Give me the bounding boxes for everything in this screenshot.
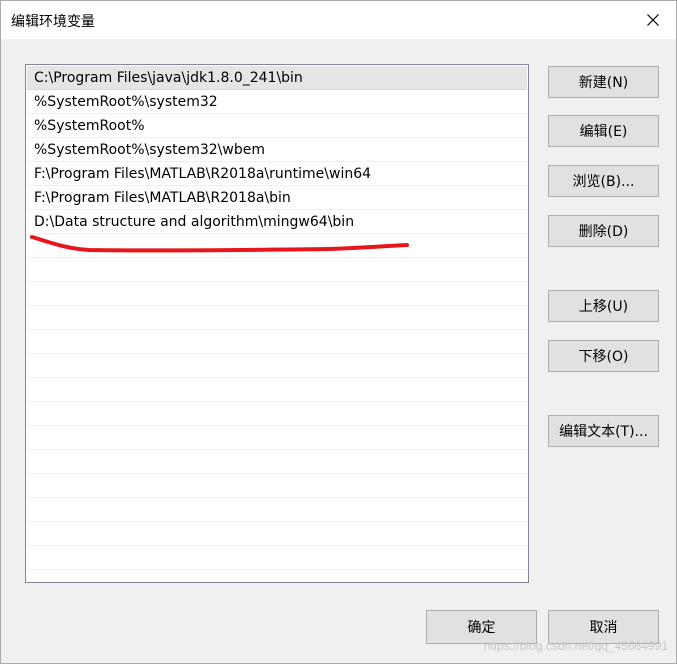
empty-row[interactable] [27,402,527,426]
browse-button[interactable]: 浏览(B)... [548,165,659,197]
close-button[interactable] [630,1,676,39]
empty-row[interactable] [27,546,527,570]
path-item[interactable]: F:\Program Files\MATLAB\R2018a\runtime\w… [27,162,527,186]
empty-row[interactable] [27,474,527,498]
path-item[interactable]: %SystemRoot%\system32\wbem [27,138,527,162]
dialog-title: 编辑环境变量 [11,14,95,30]
empty-row[interactable] [27,354,527,378]
empty-row[interactable] [27,330,527,354]
empty-row[interactable] [27,450,527,474]
delete-button[interactable]: 删除(D) [548,215,659,247]
title-bar: 编辑环境变量 [1,1,676,39]
empty-row[interactable] [27,378,527,402]
empty-row[interactable] [27,234,527,258]
empty-row[interactable] [27,306,527,330]
empty-row[interactable] [27,282,527,306]
empty-row[interactable] [27,426,527,450]
empty-row[interactable] [27,522,527,546]
new-button[interactable]: 新建(N) [548,66,659,98]
path-item[interactable]: D:\Data structure and algorithm\mingw64\… [27,210,527,234]
edit-env-variable-dialog: 编辑环境变量 C:\Program Files\java\jdk1.8.0_24… [0,0,677,664]
move-up-button[interactable]: 上移(U) [548,290,659,322]
empty-row[interactable] [27,258,527,282]
move-down-button[interactable]: 下移(O) [548,340,659,372]
path-item[interactable]: %SystemRoot% [27,114,527,138]
empty-row[interactable] [27,498,527,522]
edit-button[interactable]: 编辑(E) [548,115,659,147]
path-item[interactable]: C:\Program Files\java\jdk1.8.0_241\bin [27,66,527,90]
path-item[interactable]: %SystemRoot%\system32 [27,90,527,114]
close-icon [647,14,659,26]
path-list[interactable]: C:\Program Files\java\jdk1.8.0_241\bin %… [25,64,529,583]
path-item[interactable]: F:\Program Files\MATLAB\R2018a\bin [27,186,527,210]
edit-text-button[interactable]: 编辑文本(T)... [548,415,659,447]
watermark: https://blog.csdn.net/qq_45664991 [483,639,668,653]
